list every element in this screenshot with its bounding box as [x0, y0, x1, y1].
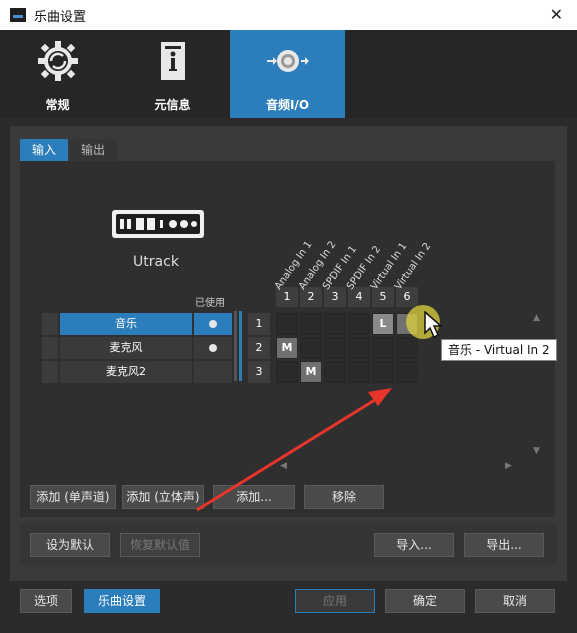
routing-cell[interactable] — [348, 361, 370, 383]
options-button[interactable]: 选项 — [20, 589, 72, 613]
channel-row[interactable]: 音乐 — [42, 313, 232, 335]
routing-cell[interactable] — [396, 361, 418, 383]
close-button[interactable]: ✕ — [550, 5, 563, 24]
routing-cell[interactable] — [348, 337, 370, 359]
tab-inputs[interactable]: 输入 — [20, 139, 69, 161]
routing-cell[interactable] — [396, 337, 418, 359]
channel-row[interactable]: 麦克风 — [42, 337, 232, 359]
io-subtabs: 输入 输出 — [20, 139, 118, 161]
channel-used — [194, 361, 232, 383]
channel-used — [194, 313, 232, 335]
routing-cell[interactable] — [348, 313, 370, 335]
tab-metadata-label: 元信息 — [154, 98, 191, 112]
routing-cell[interactable] — [324, 361, 346, 383]
add-more-button[interactable]: 添加... — [213, 485, 295, 509]
ok-button[interactable]: 确定 — [385, 589, 465, 613]
routing-cell[interactable] — [324, 337, 346, 359]
routing-cell[interactable] — [372, 337, 394, 359]
add-mono-button[interactable]: 添加 (单声道) — [30, 485, 116, 509]
tab-outputs[interactable]: 输出 — [69, 139, 118, 161]
routing-cell[interactable] — [276, 361, 298, 383]
audio-interface-icon — [112, 210, 204, 238]
vertical-splitter[interactable] — [234, 311, 237, 381]
cancel-button[interactable]: 取消 — [475, 589, 555, 613]
speaker-io-icon — [267, 50, 309, 72]
tab-general[interactable]: 常规 — [0, 30, 115, 118]
scroll-left-icon[interactable]: ◀ — [280, 461, 287, 471]
row-number: 3 — [248, 361, 270, 383]
cell-tooltip: 音乐 - Virtual In 2 — [441, 339, 557, 361]
device-name: Utrack — [133, 254, 179, 270]
window-title: 乐曲设置 — [34, 9, 87, 25]
row-grip[interactable] — [42, 313, 58, 335]
tab-audio-io-label: 音频I/O — [265, 98, 310, 112]
tab-metadata[interactable]: 元信息 — [115, 30, 230, 118]
mouse-pointer-icon — [424, 311, 443, 339]
channel-name[interactable]: 麦克风 — [60, 337, 192, 359]
audio-io-panel: 输入 输出 Utrack 已使用 音乐 麦克风 麦克风2 1 2 3 1 2 3… — [10, 126, 567, 581]
info-document-icon — [161, 42, 185, 80]
export-button[interactable]: 导出... — [464, 533, 544, 557]
scroll-up-icon[interactable]: ▲ — [533, 313, 540, 323]
routing-cell[interactable] — [372, 361, 394, 383]
routing-cell[interactable] — [300, 313, 322, 335]
gear-refresh-icon — [38, 41, 78, 81]
routing-cell[interactable] — [276, 313, 298, 335]
routing-area: Utrack 已使用 音乐 麦克风 麦克风2 1 2 3 1 2 3 4 5 6 — [20, 161, 557, 517]
channel-row[interactable]: 麦克风2 — [42, 361, 232, 383]
used-indicator-icon — [209, 320, 217, 328]
preset-bar: 设为默认 恢复默认值 导入... 导出... — [20, 523, 557, 565]
row-number: 1 — [248, 313, 270, 335]
used-indicator-icon — [209, 344, 217, 352]
channel-name[interactable]: 音乐 — [60, 313, 192, 335]
routing-cell[interactable]: M — [276, 337, 298, 359]
add-stereo-button[interactable]: 添加 (立体声) — [122, 485, 204, 509]
scroll-right-icon[interactable]: ▶ — [505, 461, 512, 471]
tab-general-label: 常规 — [45, 98, 70, 112]
tab-audio-io[interactable]: 音频I/O — [230, 30, 345, 118]
row-grip[interactable] — [42, 337, 58, 359]
channel-name[interactable]: 麦克风2 — [60, 361, 192, 383]
apply-button[interactable]: 应用 — [295, 589, 375, 613]
song-settings-button[interactable]: 乐曲设置 — [84, 589, 160, 613]
routing-cell[interactable]: L — [372, 313, 394, 335]
app-icon — [10, 8, 26, 22]
remove-button[interactable]: 移除 — [304, 485, 384, 509]
routing-cell[interactable] — [324, 313, 346, 335]
routing-cell[interactable] — [300, 337, 322, 359]
restore-default-button[interactable]: 恢复默认值 — [120, 533, 200, 557]
used-column-header: 已使用 — [195, 298, 225, 309]
scroll-down-icon[interactable]: ▼ — [533, 446, 540, 456]
import-button[interactable]: 导入... — [374, 533, 454, 557]
routing-cell[interactable]: M — [300, 361, 322, 383]
channel-scroll-indicator[interactable] — [239, 311, 242, 381]
channel-used — [194, 337, 232, 359]
row-number: 2 — [248, 337, 270, 359]
row-grip[interactable] — [42, 361, 58, 383]
dialog-footer: 选项 乐曲设置 应用 确定 取消 — [0, 581, 577, 633]
title-bar: 乐曲设置 ✕ — [0, 0, 577, 30]
category-bar: 常规 元信息 音频I/O — [0, 30, 577, 118]
set-default-button[interactable]: 设为默认 — [30, 533, 110, 557]
